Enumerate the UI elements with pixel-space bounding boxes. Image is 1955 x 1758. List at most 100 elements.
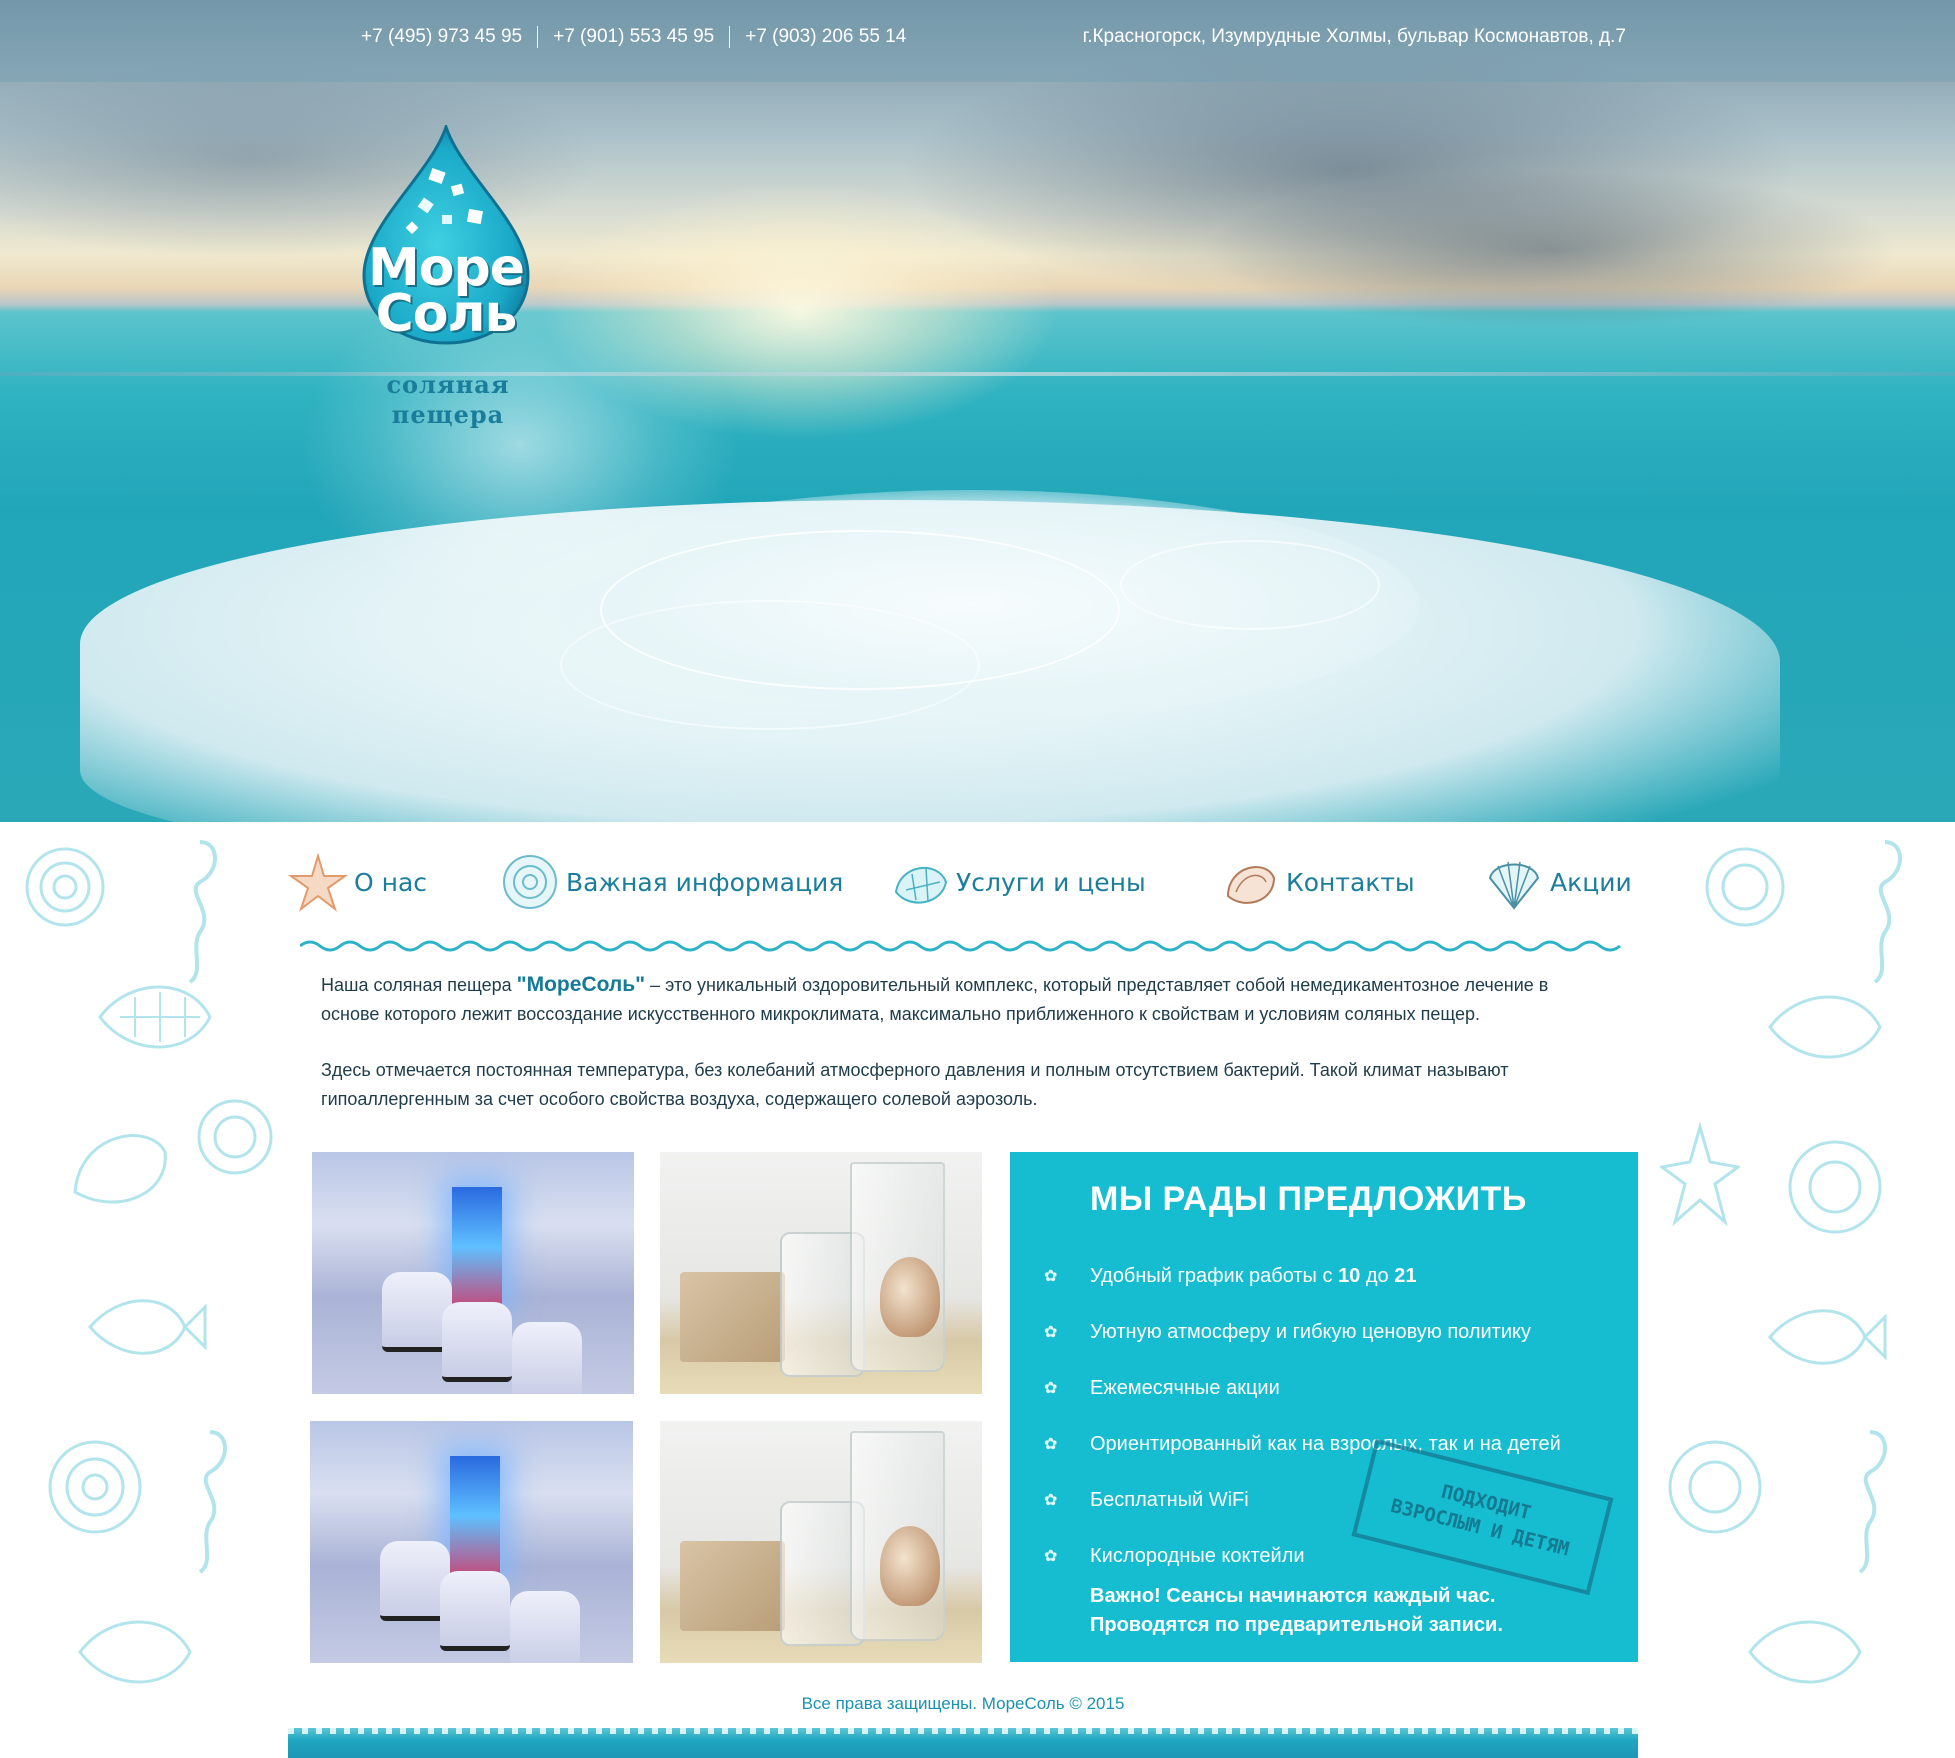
ammonite-doodle-icon: [25, 847, 105, 927]
lounge-chair: [512, 1322, 582, 1394]
starfish-icon: [288, 852, 348, 912]
starfish-doodle-icon: [1660, 1122, 1740, 1227]
ammonite-doodle-icon: [1668, 1440, 1762, 1534]
ammonite-doodle-icon: [1788, 1140, 1882, 1234]
footer-sea-strip: [288, 1728, 1638, 1758]
salt-cave-photo[interactable]: [310, 1421, 633, 1663]
nav-item-about[interactable]: О нас: [288, 852, 427, 912]
shell-bullet-icon: ✿: [1044, 1324, 1058, 1341]
offer-schedule-prefix: Удобный график работы с: [1090, 1264, 1333, 1287]
spiral-shell-icon: [1226, 866, 1276, 904]
shell: [880, 1526, 940, 1606]
ammonite-shell-icon: [503, 855, 557, 909]
lounge-chair: [440, 1571, 510, 1651]
nav-label: Услуги и цены: [956, 867, 1146, 897]
shell-bullet-icon: ✿: [1044, 1492, 1058, 1509]
nav-label: Важная информация: [566, 867, 844, 897]
conch-doodle-icon: [1748, 1620, 1862, 1684]
offer-schedule-to: 21: [1394, 1264, 1417, 1287]
shell: [880, 1257, 940, 1337]
intro-paragraph: Наша соляная пещера "МореСоль" – это уни…: [321, 970, 1611, 1029]
offer-item-text: Ориентированный как на взрослых, так и н…: [1090, 1432, 1561, 1455]
conch-doodle-icon: [98, 985, 212, 1049]
salt-block: [680, 1541, 785, 1631]
seahorse-doodle-icon: [1858, 1430, 1887, 1574]
lounge-chair: [510, 1591, 580, 1663]
salt-jars-photo[interactable]: [660, 1421, 982, 1663]
nav-label: Акции: [1550, 867, 1632, 897]
phone-number[interactable]: +7 (495) 973 45 95: [361, 26, 522, 48]
logo-title-line2: Соль: [375, 284, 518, 344]
offer-item-text: Ежемесячные акции: [1090, 1376, 1280, 1399]
offer-title: МЫ РАДЫ ПРЕДЛОЖИТЬ: [1090, 1180, 1527, 1218]
nav-item-promotions[interactable]: Акции: [1484, 852, 1632, 912]
salt-crack: [1120, 540, 1380, 630]
main-nav: О нас Важная информация Услуги и цены Ко…: [288, 842, 1638, 952]
logo-title: Море Соль: [360, 242, 532, 344]
offer-item: ✿ Ориентированный как на взрослых, так и…: [1044, 1416, 1561, 1472]
lounge-chair: [442, 1302, 512, 1382]
fish-doodle-icon: [88, 1299, 207, 1355]
salt-crack: [560, 600, 980, 730]
salt-cave-photo[interactable]: [312, 1152, 634, 1394]
main-content: О нас Важная информация Услуги и цены Ко…: [288, 822, 1638, 1758]
phone-number[interactable]: +7 (903) 206 55 14: [745, 26, 906, 48]
important-line1: Важно! Сеансы начинаются каждый час.: [1090, 1585, 1496, 1607]
offer-item-text: Кислородные коктейли: [1090, 1544, 1305, 1567]
logo-subtitle-line1: соляная: [386, 370, 510, 399]
nav-label: Контакты: [1286, 867, 1415, 897]
horizon-line: [0, 372, 1955, 376]
top-contact-bar: +7 (495) 973 45 95 +7 (901) 553 45 95 +7…: [0, 0, 1955, 82]
offer-item: ✿ Удобный график работы с 10 до 21: [1044, 1248, 1561, 1304]
conch-doodle-icon: [73, 1134, 167, 1204]
ammonite-doodle-icon: [1705, 847, 1785, 927]
nav-label: О нас: [354, 867, 428, 897]
phone-number[interactable]: +7 (901) 553 45 95: [553, 26, 714, 48]
phone-list: +7 (495) 973 45 95 +7 (901) 553 45 95 +7…: [361, 26, 906, 48]
offer-panel: МЫ РАДЫ ПРЕДЛОЖИТЬ ✿ Удобный график рабо…: [1010, 1152, 1638, 1662]
logo-subtitle-line2: пещера: [391, 400, 505, 429]
salt-jars-photo[interactable]: [660, 1152, 982, 1394]
cloud: [1200, 170, 1900, 330]
conch-shell-icon: [894, 866, 948, 904]
ammonite-doodle-icon: [197, 1099, 273, 1175]
brand-name: "МореСоль": [516, 973, 646, 996]
ammonite-doodle-icon: [48, 1440, 142, 1534]
aquarium-light: [450, 1456, 500, 1576]
offer-item-text: Бесплатный WiFi: [1090, 1488, 1249, 1511]
offer-schedule-from: 10: [1338, 1264, 1361, 1287]
seahorse-doodle-icon: [188, 840, 217, 984]
divider: [537, 26, 539, 48]
seahorse-doodle-icon: [198, 1430, 227, 1574]
conch-doodle-icon: [78, 1620, 192, 1684]
scallop-shell-icon: [1488, 861, 1540, 910]
footer-copyright: Все права защищены. МореСоль © 2015: [801, 1694, 1125, 1713]
logo-subtitle: соляная пещера: [348, 370, 548, 430]
offer-item: ✿ Уютную атмосферу и гибкую ценовую поли…: [1044, 1304, 1561, 1360]
offer-schedule: Удобный график работы с 10 до 21: [1090, 1265, 1416, 1288]
important-note: Важно! Сеансы начинаются каждый час. Про…: [1090, 1582, 1503, 1640]
shell-bullet-icon: ✿: [1044, 1436, 1058, 1453]
hero-banner: +7 (495) 973 45 95 +7 (901) 553 45 95 +7…: [0, 0, 1955, 822]
logo[interactable]: Море Соль соляная пещера: [300, 125, 740, 615]
offer-item-text: Уютную атмосферу и гибкую ценовую полити…: [1090, 1320, 1531, 1343]
fish-doodle-icon: [1768, 1309, 1887, 1365]
wave-divider: [300, 940, 1621, 952]
salt-block: [680, 1272, 785, 1362]
address: г.Красногорск, Изумрудные Холмы, бульвар…: [1082, 26, 1626, 47]
intro-text-start: Наша соляная пещера: [321, 975, 512, 995]
divider: [729, 26, 731, 48]
offer-item: ✿ Ежемесячные акции: [1044, 1360, 1561, 1416]
important-line2: Проводятся по предварительной записи.: [1090, 1614, 1503, 1636]
shell-bullet-icon: ✿: [1044, 1268, 1058, 1285]
seahorse-doodle-icon: [1873, 840, 1902, 984]
nav-item-contacts[interactable]: Контакты: [1220, 852, 1415, 912]
nav-item-services[interactable]: Услуги и цены: [890, 852, 1146, 912]
aquarium-light: [452, 1187, 502, 1307]
shell-bullet-icon: ✿: [1044, 1380, 1058, 1397]
nav-item-important-info[interactable]: Важная информация: [500, 852, 843, 912]
intro-text: Наша соляная пещера "МореСоль" – это уни…: [321, 970, 1611, 1141]
conch-doodle-icon: [1768, 995, 1882, 1059]
offer-schedule-mid: до: [1365, 1264, 1389, 1287]
intro-paragraph: Здесь отмечается постоянная температура,…: [321, 1060, 1509, 1109]
